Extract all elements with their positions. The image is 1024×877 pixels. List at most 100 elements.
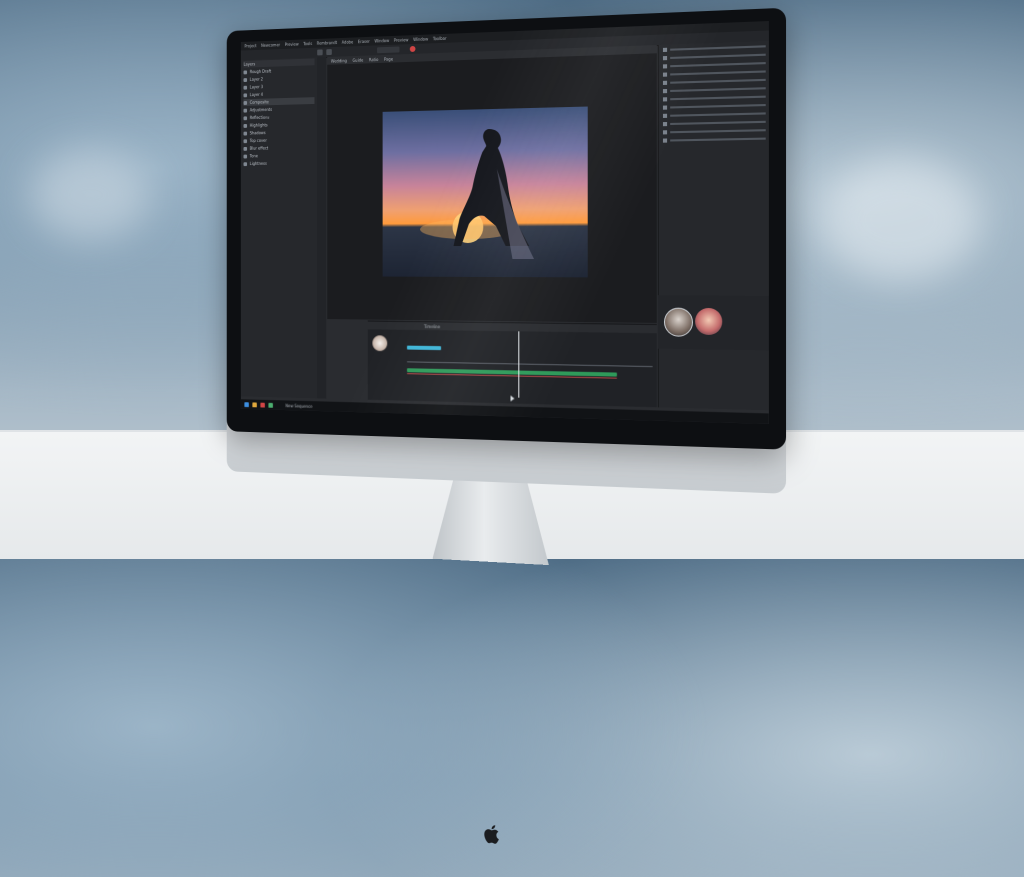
start-icon[interactable] — [244, 401, 249, 407]
menu-item[interactable]: Adobe — [342, 39, 354, 44]
property-slider[interactable] — [670, 137, 766, 142]
layer-label: Top cover — [249, 137, 267, 144]
layer-label: Layer 3 — [249, 84, 264, 90]
property-slider[interactable] — [670, 45, 766, 51]
property-row[interactable] — [662, 94, 766, 103]
screen: Project Newcomer Preview Tools Rembrandt… — [240, 21, 769, 424]
property-icon — [662, 55, 668, 61]
layer-label: Reflections — [249, 114, 270, 121]
menu-item[interactable]: Newcomer — [261, 42, 280, 48]
property-row[interactable] — [662, 110, 766, 119]
property-slider[interactable] — [670, 95, 766, 101]
monitor-bezel: Project Newcomer Preview Tools Rembrandt… — [226, 7, 787, 450]
property-row[interactable] — [662, 135, 766, 143]
property-icon — [662, 64, 668, 69]
layer-label: Composite — [249, 99, 269, 105]
property-icon — [662, 88, 668, 94]
menu-item[interactable]: Window — [413, 37, 428, 43]
timeline-header: Timeline — [367, 321, 657, 334]
layer-icon — [243, 115, 248, 120]
layer-icon — [243, 92, 248, 97]
tab-guide[interactable]: Guide — [352, 57, 363, 62]
panel-title: Layers — [243, 61, 256, 67]
sunset-photo[interactable] — [382, 106, 588, 278]
toolbar-button[interactable] — [409, 45, 416, 53]
property-row[interactable] — [662, 102, 766, 111]
property-slider[interactable] — [670, 53, 766, 59]
properties-panel — [657, 40, 769, 411]
property-slider[interactable] — [670, 62, 766, 68]
layer-item[interactable]: Lightness — [243, 159, 315, 167]
property-row[interactable] — [662, 85, 766, 94]
toolbar-button[interactable] — [377, 46, 400, 54]
imac-monitor: Project Newcomer Preview Tools Rembrandt… — [226, 7, 787, 844]
menu-item[interactable]: Preview — [285, 42, 299, 47]
app-icon[interactable] — [260, 402, 265, 408]
thumbnail-strip — [657, 295, 769, 351]
thumbnail-portrait[interactable] — [663, 307, 693, 337]
property-row[interactable] — [662, 127, 766, 135]
menu-item[interactable]: Rembrandt — [317, 40, 337, 46]
layer-label: Layer 4 — [249, 91, 264, 98]
layer-item[interactable]: Blur effect — [243, 144, 315, 152]
apple-logo-icon — [485, 824, 499, 844]
property-icon — [662, 113, 668, 118]
menu-item[interactable]: Toolbar — [433, 36, 447, 41]
property-icon — [662, 47, 668, 53]
layer-label: Tone — [249, 153, 258, 159]
property-slider[interactable] — [670, 120, 766, 126]
thumbnail-portrait[interactable] — [695, 307, 723, 336]
property-slider[interactable] — [670, 112, 766, 117]
tab-ratio[interactable]: Ratio — [369, 57, 379, 62]
property-icon — [662, 130, 668, 135]
toolbar-button[interactable] — [317, 49, 323, 56]
timeline-clip-blue[interactable] — [406, 345, 442, 351]
tab-page[interactable]: Page — [384, 56, 393, 61]
layer-icon — [243, 161, 248, 166]
property-icon — [662, 138, 668, 143]
layer-icon — [243, 100, 248, 105]
app-icon[interactable] — [252, 401, 257, 407]
layer-icon — [243, 77, 248, 82]
canvas-area[interactable]: Wedding Guide Ratio Page — [327, 45, 657, 323]
property-slider[interactable] — [670, 129, 766, 134]
layer-label: Rough Draft — [249, 68, 272, 75]
toolbar-button[interactable] — [326, 49, 332, 56]
layer-label: Lightness — [249, 160, 267, 167]
timeline-title: Timeline — [423, 324, 441, 330]
layer-item[interactable]: Tone — [243, 151, 315, 159]
layer-icon — [243, 154, 248, 159]
clip-thumbnail[interactable] — [372, 335, 388, 352]
playhead[interactable] — [518, 331, 520, 398]
menu-item[interactable]: Preview — [394, 37, 409, 42]
property-slider[interactable] — [670, 103, 766, 109]
property-slider[interactable] — [670, 70, 766, 76]
taskbar-status: New Sequence — [285, 402, 313, 409]
property-slider[interactable] — [670, 78, 766, 84]
layer-icon — [243, 131, 248, 136]
layer-icon — [243, 108, 248, 113]
property-icon — [662, 80, 668, 85]
play-button[interactable] — [510, 395, 515, 402]
layer-icon — [243, 123, 248, 128]
background-blur — [820, 160, 980, 280]
property-icon — [662, 121, 668, 127]
background-blur — [30, 150, 150, 240]
layer-label: Adjustments — [249, 107, 273, 113]
menu-item[interactable]: Eraser — [358, 39, 370, 44]
timeline-panel: Timeline — [367, 320, 657, 408]
menu-item[interactable]: Window — [374, 38, 389, 43]
layer-icon — [243, 138, 248, 143]
tab-wedding[interactable]: Wedding — [331, 58, 347, 63]
app-icon[interactable] — [268, 402, 273, 408]
property-icon — [662, 72, 668, 77]
layers-panel: Layers Rough Draft Layer 2 Layer 3 Layer… — [240, 57, 319, 399]
timeline-track-marker — [406, 361, 653, 368]
property-slider[interactable] — [670, 87, 766, 93]
menu-item[interactable]: Tools — [303, 41, 312, 46]
property-row[interactable] — [662, 119, 766, 128]
menu-item[interactable]: Project — [244, 43, 256, 48]
layer-icon — [243, 69, 248, 74]
tools-strip — [317, 57, 327, 399]
layer-icon — [243, 85, 248, 90]
